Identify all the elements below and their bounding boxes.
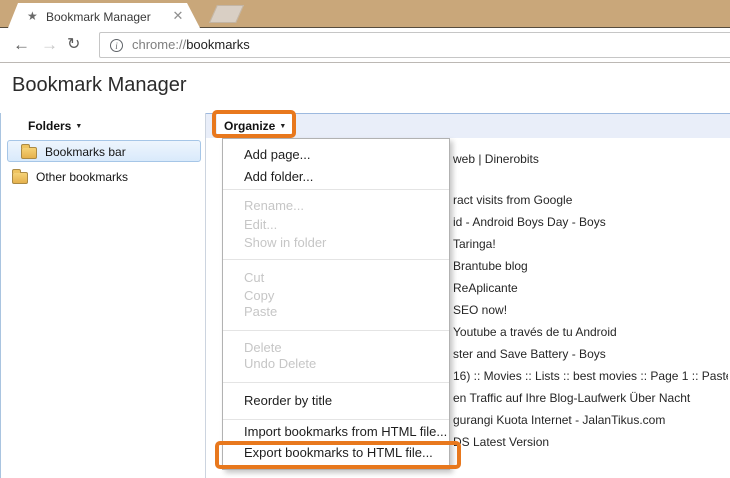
browser-toolbar: ← → ↻ i chrome://bookmarks <box>0 29 730 63</box>
bookmark-item[interactable]: Taringa! <box>453 233 728 255</box>
url-host: bookmarks <box>186 37 250 52</box>
bookmark-item[interactable]: id - Android Boys Day - Boys <box>453 211 728 233</box>
chevron-down-icon: ▼ <box>75 123 82 130</box>
menu-separator <box>223 259 449 260</box>
menu-item-add-page[interactable]: Add page... <box>223 145 449 165</box>
menu-separator <box>223 382 449 383</box>
menu-separator <box>223 330 449 331</box>
back-icon[interactable]: ← <box>13 35 30 55</box>
bookmark-item[interactable]: SEO now! <box>453 299 728 321</box>
menu-item-reorder-by-title[interactable]: Reorder by title <box>223 391 449 411</box>
bookmark-item[interactable]: gurangi Kuota Internet - JalanTikus.com <box>453 409 728 431</box>
organize-dropdown-menu: Add page... Add folder... Rename... Edit… <box>222 138 450 470</box>
browser-tab[interactable]: ★ Bookmark Manager ✕ <box>8 3 200 28</box>
folder-icon <box>21 147 37 159</box>
folders-menu-button[interactable]: Folders▼ <box>28 119 82 133</box>
menu-item-cut: Cut <box>223 268 449 288</box>
bookmark-item[interactable]: 16) :: Movies :: Lists :: best movies ::… <box>453 365 728 387</box>
menu-item-add-folder[interactable]: Add folder... <box>223 167 449 187</box>
menu-item-export-bookmarks[interactable]: Export bookmarks to HTML file... <box>223 443 449 463</box>
url-scheme: chrome:// <box>132 37 186 52</box>
folder-icon <box>12 172 28 184</box>
menu-separator <box>223 419 449 420</box>
menu-item-rename: Rename... <box>223 196 449 216</box>
folder-label: Other bookmarks <box>36 170 128 184</box>
folder-item-bookmarks-bar[interactable]: Bookmarks bar <box>7 140 201 162</box>
menu-item-edit: Edit... <box>223 215 449 235</box>
chevron-down-icon: ▼ <box>279 123 286 130</box>
menu-item-show-in-folder: Show in folder <box>223 233 449 253</box>
folder-label: Bookmarks bar <box>45 145 126 159</box>
tab-title: Bookmark Manager <box>46 10 151 24</box>
page-info-icon[interactable]: i <box>110 39 123 52</box>
bookmark-item[interactable]: Youtube a través de tu Android <box>453 321 728 343</box>
address-bar[interactable]: i chrome://bookmarks <box>99 32 730 58</box>
bookmark-item[interactable]: web | Dinerobits <box>453 148 728 170</box>
menu-item-paste: Paste <box>223 302 449 322</box>
reload-icon[interactable]: ↻ <box>67 35 80 55</box>
menu-separator <box>223 189 449 190</box>
pane-divider <box>205 113 206 478</box>
new-tab-button[interactable] <box>209 5 244 23</box>
menu-item-import-bookmarks[interactable]: Import bookmarks from HTML file... <box>223 422 449 442</box>
folder-item-other-bookmarks[interactable]: Other bookmarks <box>0 166 200 188</box>
bookmark-star-icon: ★ <box>27 9 38 23</box>
forward-icon: → <box>41 35 58 55</box>
bookmark-item[interactable]: ReAplicante <box>453 277 728 299</box>
tab-strip: ★ Bookmark Manager ✕ <box>0 0 730 28</box>
bookmark-item[interactable]: ster and Save Battery - Boys <box>453 343 728 365</box>
page-title: Bookmark Manager <box>12 74 187 97</box>
bookmark-item[interactable]: DS Latest Version <box>453 431 728 453</box>
bookmark-item[interactable]: en Traffic auf Ihre Blog-Laufwerk Über N… <box>453 387 728 409</box>
organize-menu-button[interactable]: Organize▼ <box>217 114 293 137</box>
tab-close-icon[interactable]: ✕ <box>170 8 186 24</box>
bookmark-item[interactable]: ract visits from Google <box>453 189 728 211</box>
bookmark-item[interactable]: Brantube blog <box>453 255 728 277</box>
url-text: chrome://bookmarks <box>132 37 250 52</box>
menu-item-undo-delete: Undo Delete <box>223 354 449 374</box>
